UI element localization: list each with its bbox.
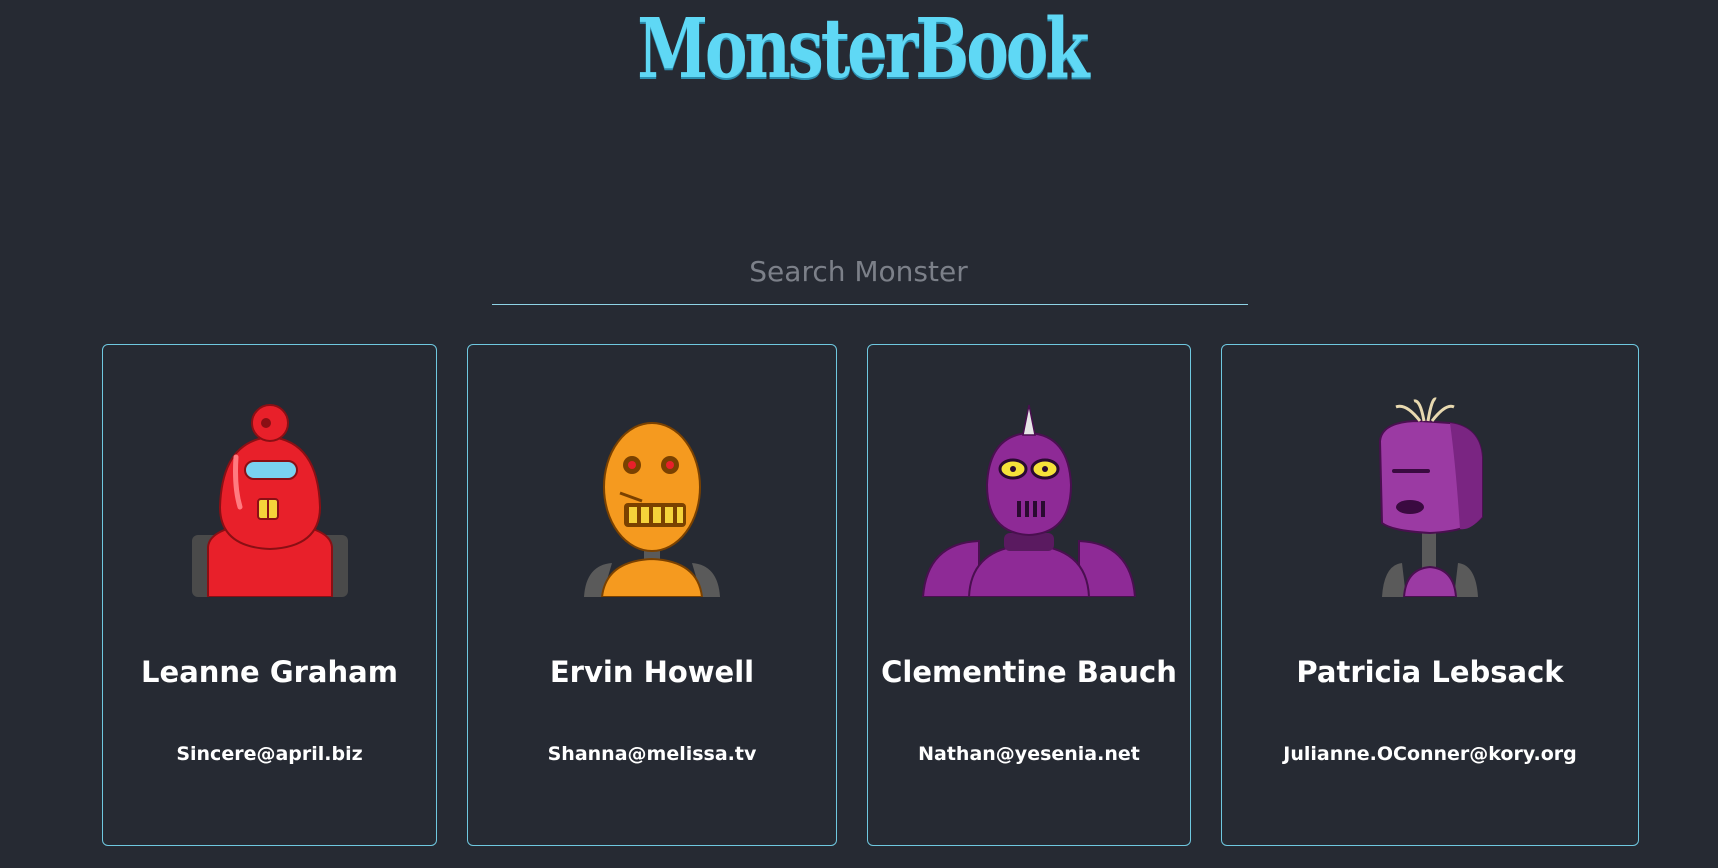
search-input[interactable] [492, 245, 1248, 305]
monster-card[interactable]: Ervin Howell Shanna@melissa.tv [467, 344, 837, 846]
purple-robot-avatar [1378, 397, 1483, 597]
app-logo: MonsterBook [637, 1, 1089, 97]
red-robot-avatar [191, 404, 348, 597]
monster-card[interactable]: Clementine Bauch Nathan@yesenia.net [867, 344, 1191, 846]
monster-name: Leanne Graham [141, 655, 398, 689]
monster-name: Ervin Howell [549, 655, 755, 689]
purple-robot-avatar [921, 404, 1137, 597]
orange-robot-avatar [584, 422, 720, 597]
monster-name: Patricia Lebsack [1296, 655, 1564, 689]
monster-email: Sincere@april.biz [176, 743, 363, 765]
monster-email: Shanna@melissa.tv [547, 743, 757, 765]
monster-card[interactable]: Leanne Graham Sincere@april.biz [102, 344, 437, 846]
monster-email: Nathan@yesenia.net [918, 743, 1140, 765]
monster-book-app: MonsterBook Leanne Graham Sincere@april.… [0, 0, 1718, 868]
monster-card[interactable]: Patricia Lebsack Julianne.OConner@kory.o… [1221, 344, 1639, 846]
monster-name: Clementine Bauch [881, 655, 1177, 689]
search-box [492, 245, 1248, 305]
monster-email: Julianne.OConner@kory.org [1283, 743, 1577, 765]
